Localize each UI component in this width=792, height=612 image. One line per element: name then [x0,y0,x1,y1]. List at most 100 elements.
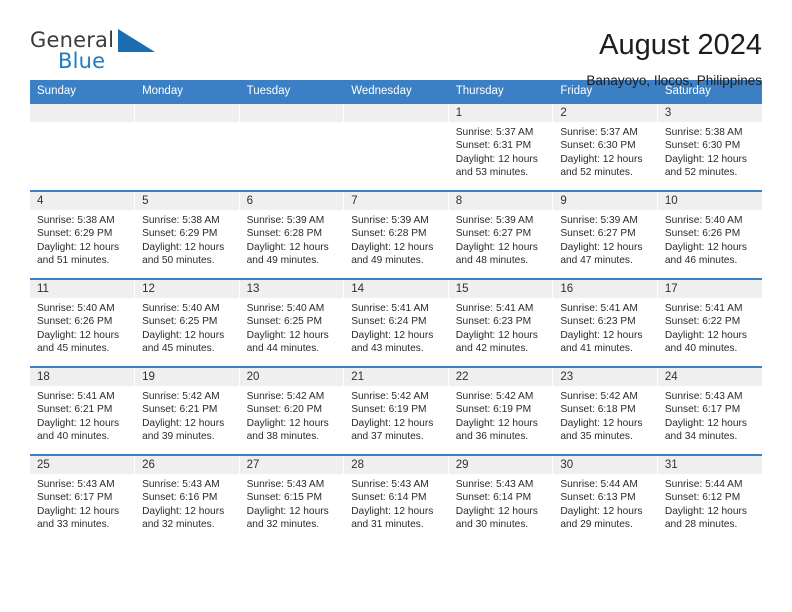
day-number: 21 [344,368,448,386]
sunrise-sunset-calendar: Sunday Monday Tuesday Wednesday Thursday… [30,80,762,543]
calendar-day-cell[interactable]: 4 Sunrise: 5:38 AM Sunset: 6:29 PM Daylight… [30,190,136,279]
daylight-duration-line1: Daylight: 12 hours [37,417,120,429]
calendar-day-cell[interactable]: 11 Sunrise: 5:40 AM Sunset: 6:26 PM Dayligh… [30,278,136,367]
calendar-day-cell[interactable]: 28 Sunrise: 5:43 AM Sunset: 6:14 PM Dayligh… [343,454,449,543]
calendar-day-cell[interactable]: 9 Sunrise: 5:39 AM Sunset: 6:27 PM Daylight… [552,190,658,279]
day-info: Sunrise: 5:42 AM Sunset: 6:19 PM Daylight:… [344,386,448,444]
day-info: Sunrise: 5:39 AM Sunset: 6:28 PM Daylight:… [344,210,448,268]
daylight-duration-line1: Daylight: 12 hours [664,241,747,253]
calendar-day-cell[interactable]: 21 Sunrise: 5:42 AM Sunset: 6:19 PM Dayligh… [343,366,449,455]
day-number: 13 [239,280,344,298]
day-info: Sunrise: 5:38 AM Sunset: 6:29 PM Daylight:… [135,210,239,268]
daylight-duration-line1: Daylight: 12 hours [455,505,538,517]
calendar-day-cell[interactable]: 7 Sunrise: 5:39 AM Sunset: 6:28 PM Daylight… [343,190,449,279]
daylight-duration-line2: and 43 minutes. [351,343,424,355]
sunset-time: Sunset: 6:21 PM [37,404,113,416]
sunrise-time: Sunrise: 5:37 AM [560,127,638,138]
day-number: 20 [239,368,344,386]
calendar-day-cell[interactable]: 19 Sunrise: 5:42 AM Sunset: 6:21 PM Dayligh… [134,366,240,455]
daylight-duration-line2: and 49 minutes. [246,255,320,267]
day-number: 5 [135,192,239,210]
calendar-day-cell[interactable]: 18 Sunrise: 5:41 AM Sunset: 6:21 PM Dayligh… [30,366,136,455]
daylight-duration-line1: Daylight: 12 hours [37,505,120,517]
calendar-day-cell[interactable]: 6 Sunrise: 5:39 AM Sunset: 6:28 PM Daylight… [239,190,345,279]
calendar-day-cell[interactable]: 2 Sunrise: 5:37 AM Sunset: 6:30 PM Daylight… [552,102,658,191]
daylight-duration-line1: Daylight: 12 hours [664,505,747,517]
calendar-day-cell[interactable]: 17 Sunrise: 5:41 AM Sunset: 6:22 PM Dayligh… [657,278,762,367]
calendar-day-cell[interactable]: 24 Sunrise: 5:43 AM Sunset: 6:17 PM Dayligh… [657,366,762,455]
day-number: 19 [135,368,239,386]
calendar-day-cell[interactable]: 8 Sunrise: 5:39 AM Sunset: 6:27 PM Daylight… [448,190,554,279]
sunrise-time: Sunrise: 5:44 AM [664,479,743,490]
calendar-day-cell[interactable]: 20 Sunrise: 5:42 AM Sunset: 6:20 PM Dayligh… [239,366,345,455]
sunset-time: Sunset: 6:28 PM [351,228,427,240]
daylight-duration-line2: and 38 minutes. [246,431,320,443]
calendar-day-cell[interactable]: 26 Sunrise: 5:43 AM Sunset: 6:16 PM Dayligh… [134,454,240,543]
daylight-duration-line2: and 42 minutes. [455,343,529,355]
daylight-duration-line2: and 48 minutes. [455,255,529,267]
day-info: Sunrise: 5:39 AM Sunset: 6:28 PM Daylight:… [240,210,344,268]
day-number: 30 [553,456,657,474]
sunrise-time: Sunrise: 5:38 AM [37,215,115,226]
sunset-time: Sunset: 6:30 PM [560,140,636,152]
day-number [135,104,239,122]
calendar-day-cell[interactable]: 16 Sunrise: 5:41 AM Sunset: 6:23 PM Dayligh… [552,278,658,367]
calendar-day-cell[interactable]: 30 Sunrise: 5:44 AM Sunset: 6:13 PM Dayligh… [552,454,658,543]
sunrise-time: Sunrise: 5:44 AM [560,479,638,490]
day-number: 15 [448,280,553,298]
calendar-day-cell[interactable]: 1 Sunrise: 5:37 AM Sunset: 6:31 PM Daylight… [448,102,554,191]
day-info: Sunrise: 5:38 AM Sunset: 6:29 PM Daylight:… [30,210,134,268]
sunset-time: Sunset: 6:31 PM [455,140,532,152]
sunrise-time: Sunrise: 5:37 AM [455,127,534,138]
calendar-day-cell[interactable]: 22 Sunrise: 5:42 AM Sunset: 6:19 PM Dayligh… [448,366,554,455]
sunset-time: Sunset: 6:25 PM [142,316,218,328]
day-number: 18 [30,368,135,386]
daylight-duration-line2: and 28 minutes. [664,519,738,531]
calendar-day-cell[interactable]: 31 Sunrise: 5:44 AM Sunset: 6:12 PM Dayligh… [657,454,762,543]
sunset-time: Sunset: 6:26 PM [664,228,741,240]
day-number: 31 [657,456,762,474]
calendar-day-cell[interactable]: 29 Sunrise: 5:43 AM Sunset: 6:14 PM Dayligh… [448,454,554,543]
calendar-day-cell[interactable]: 27 Sunrise: 5:43 AM Sunset: 6:15 PM Dayligh… [239,454,345,543]
sunrise-time: Sunrise: 5:39 AM [246,215,325,226]
calendar-cell-empty [343,102,449,191]
daylight-duration-line2: and 45 minutes. [142,343,215,355]
daylight-duration-line2: and 44 minutes. [246,343,320,355]
day-info: Sunrise: 5:42 AM Sunset: 6:18 PM Daylight:… [553,386,657,444]
calendar-day-cell[interactable]: 14 Sunrise: 5:41 AM Sunset: 6:24 PM Dayligh… [343,278,449,367]
daylight-duration-line1: Daylight: 12 hours [37,329,120,341]
calendar-day-cell[interactable]: 3 Sunrise: 5:38 AM Sunset: 6:30 PM Daylight… [657,102,762,191]
daylight-duration-line2: and 41 minutes. [560,343,633,355]
day-info: Sunrise: 5:43 AM Sunset: 6:17 PM Daylight:… [658,386,762,444]
sunrise-time: Sunrise: 5:41 AM [351,303,429,314]
title-block: August 2024 Banayoyo, Ilocos, Philippine… [170,28,762,91]
day-number: 17 [657,280,762,298]
sunset-time: Sunset: 6:16 PM [142,492,218,504]
page-title: August 2024 [599,29,762,61]
day-number: 28 [344,456,448,474]
calendar-day-cell[interactable]: 5 Sunrise: 5:38 AM Sunset: 6:29 PM Daylight… [134,190,240,279]
day-number: 22 [448,368,553,386]
daylight-duration-line2: and 46 minutes. [664,255,738,267]
calendar-day-cell[interactable]: 23 Sunrise: 5:42 AM Sunset: 6:18 PM Dayligh… [552,366,658,455]
weekday-header-sunday: Sunday [30,80,136,103]
sunrise-time: Sunrise: 5:43 AM [142,479,220,490]
calendar-week-row: 18 Sunrise: 5:41 AM Sunset: 6:21 PM Dayligh… [30,366,762,455]
calendar-day-cell[interactable]: 12 Sunrise: 5:40 AM Sunset: 6:25 PM Dayligh… [134,278,240,367]
daylight-duration-line2: and 47 minutes. [560,255,633,267]
daylight-duration-line1: Daylight: 12 hours [351,329,434,341]
daylight-duration-line1: Daylight: 12 hours [455,241,538,253]
daylight-duration-line1: Daylight: 12 hours [560,505,643,517]
daylight-duration-line2: and 39 minutes. [142,431,215,443]
day-info: Sunrise: 5:41 AM Sunset: 6:24 PM Daylight:… [344,298,448,356]
calendar-day-cell[interactable]: 13 Sunrise: 5:40 AM Sunset: 6:25 PM Dayligh… [239,278,345,367]
calendar-day-cell[interactable]: 25 Sunrise: 5:43 AM Sunset: 6:17 PM Dayligh… [30,454,136,543]
sunset-time: Sunset: 6:25 PM [246,316,322,328]
day-number: 7 [344,192,448,210]
calendar-day-cell[interactable]: 10 Sunrise: 5:40 AM Sunset: 6:26 PM Dayligh… [657,190,762,279]
sunrise-time: Sunrise: 5:42 AM [351,391,429,402]
daylight-duration-line1: Daylight: 12 hours [560,417,643,429]
calendar-week-row: 25 Sunrise: 5:43 AM Sunset: 6:17 PM Dayligh… [30,454,762,543]
calendar-day-cell[interactable]: 15 Sunrise: 5:41 AM Sunset: 6:23 PM Dayligh… [448,278,554,367]
day-info: Sunrise: 5:42 AM Sunset: 6:21 PM Daylight:… [135,386,239,444]
